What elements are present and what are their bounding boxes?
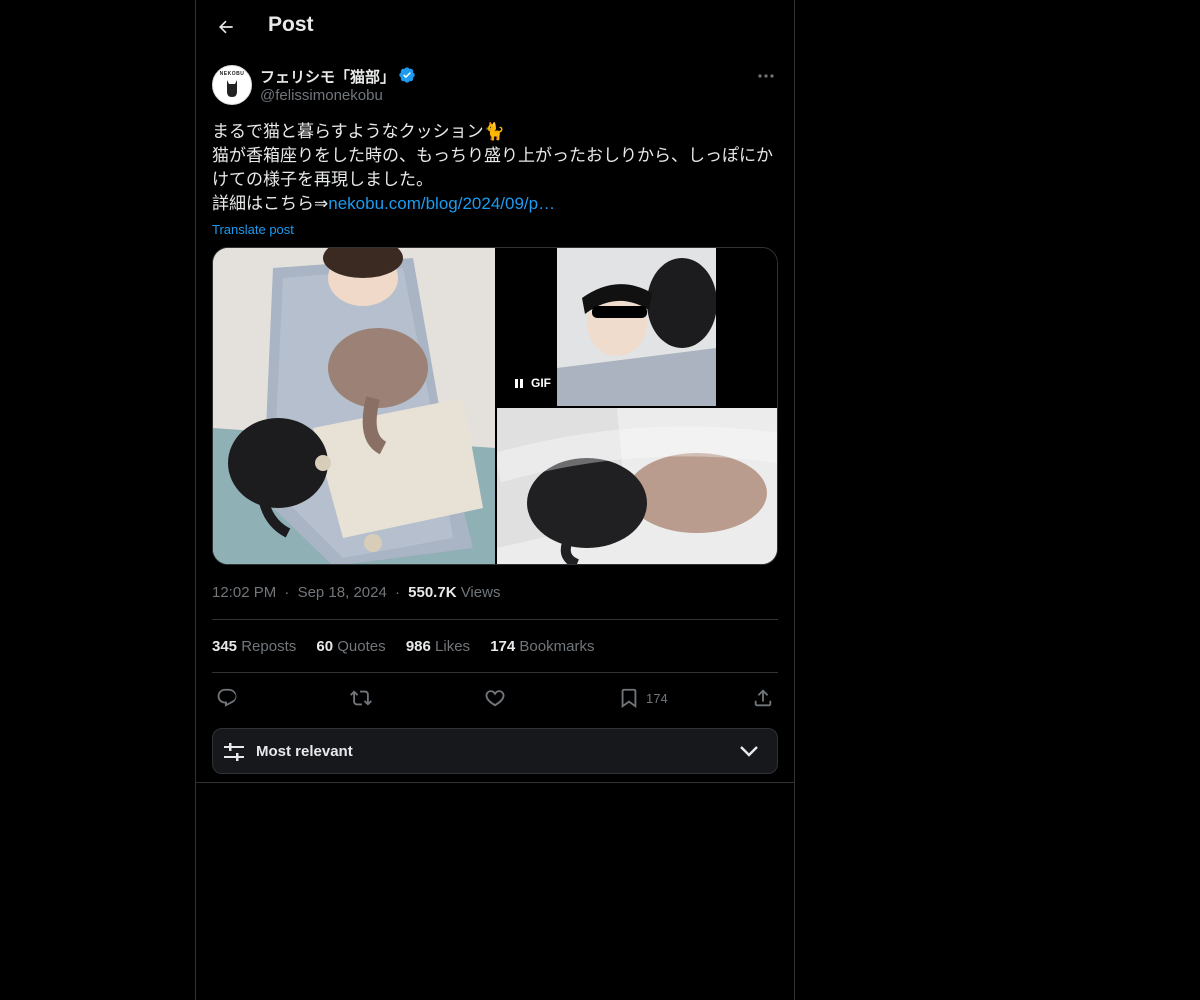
translate-post-link[interactable]: Translate post <box>212 218 778 242</box>
chevron-down-icon <box>740 746 758 757</box>
divider <box>212 672 778 673</box>
sort-label: Most relevant <box>256 743 353 760</box>
post-text-line: 猫が香箱座りをした時の、もっちり盛り上がったおしりから、しっぽにか <box>212 146 773 165</box>
heart-icon <box>485 690 505 707</box>
reply-button[interactable] <box>216 684 238 712</box>
photo-woman-sleeping <box>557 248 716 406</box>
photo-woman-with-cushions <box>213 248 495 564</box>
more-icon <box>758 74 774 78</box>
sort-replies-dropdown[interactable]: Most relevant <box>212 728 778 774</box>
post: NEKOBU フェリシモ「猫部」 @felissimonekobu まるで猫と暮… <box>212 64 778 774</box>
meta-separator: · <box>284 584 290 601</box>
post-text: まるで猫と暮らすようなクッション🐈 猫が香箱座りをした時の、もっちり盛り上がった… <box>212 120 778 242</box>
post-link-line: 詳細はこちら⇒nekobu.com/blog/2024/09/p… <box>212 192 778 216</box>
post-time[interactable]: 12:02 PM <box>212 584 276 601</box>
meta-separator: · <box>394 584 400 601</box>
link-prefix: 詳細はこちら⇒ <box>212 194 329 213</box>
action-bar: 174 <box>212 684 778 712</box>
media-image-1[interactable] <box>213 248 495 564</box>
user-handle[interactable]: @felissimonekobu <box>260 87 383 104</box>
like-button[interactable] <box>484 684 506 712</box>
media-grid: GIF <box>212 247 778 565</box>
post-link[interactable]: nekobu.com/blog/2024/09/p… <box>328 194 555 213</box>
more-options-button[interactable] <box>754 66 778 86</box>
share-button[interactable] <box>752 684 774 712</box>
back-button[interactable] <box>208 9 244 45</box>
media-image-3[interactable] <box>497 408 777 564</box>
quotes-count: 60 <box>316 638 334 655</box>
reposts-label: Reposts <box>241 638 297 655</box>
post-text-line: けての様子を再現しました。 <box>212 170 433 189</box>
photo-cushions-under-veil <box>497 408 777 564</box>
cat-logo-icon <box>227 80 237 97</box>
bookmark-button[interactable]: 174 <box>618 684 668 712</box>
engagement-stats: 345 Reposts 60 Quotes 986 Likes 174 Book… <box>212 638 610 655</box>
quotes-label: Quotes <box>337 638 386 655</box>
views-count: 550.7K <box>408 584 457 601</box>
bookmark-icon <box>621 688 637 709</box>
top-bar: Post <box>196 0 794 54</box>
avatar[interactable]: NEKOBU <box>212 65 252 105</box>
avatar-logo-text: NEKOBU <box>219 71 245 77</box>
page-title: Post <box>268 13 314 36</box>
quotes-stat[interactable]: 60 Quotes <box>316 638 385 655</box>
display-name[interactable]: フェリシモ「猫部」 <box>260 66 395 87</box>
pause-icon[interactable] <box>515 378 523 388</box>
author-row: NEKOBU フェリシモ「猫部」 @felissimonekobu <box>212 64 778 108</box>
repost-icon <box>350 690 372 706</box>
divider <box>196 782 794 783</box>
arrow-left-icon <box>219 20 233 34</box>
likes-stat[interactable]: 986 Likes <box>406 638 470 655</box>
gif-badge: GIF <box>509 373 557 393</box>
bookmarks-count: 174 <box>490 638 516 655</box>
gif-frame <box>557 248 716 406</box>
verified-badge-icon <box>399 67 415 83</box>
likes-count: 986 <box>405 638 431 655</box>
post-text-line: まるで猫と暮らすようなクッション🐈 <box>212 122 505 141</box>
sliders-icon <box>224 743 244 761</box>
views-label: Views <box>460 584 501 601</box>
likes-label: Likes <box>435 638 471 655</box>
post-meta: 12:02 PM · Sep 18, 2024 · 550.7K Views <box>212 584 500 601</box>
share-icon <box>754 689 772 707</box>
post-date[interactable]: Sep 18, 2024 <box>298 584 387 601</box>
repost-button[interactable] <box>350 684 372 712</box>
main-column: Post NEKOBU フェリシモ「猫部」 @felissimonekobu ま… <box>195 0 795 1000</box>
bookmark-count: 174 <box>646 690 668 706</box>
bookmarks-stat[interactable]: 174 Bookmarks <box>490 638 594 655</box>
gif-label: GIF <box>531 376 551 390</box>
reposts-count: 345 <box>212 638 238 655</box>
reply-icon <box>217 688 237 707</box>
divider <box>212 619 778 620</box>
reposts-stat[interactable]: 345 Reposts <box>212 638 296 655</box>
bookmarks-label: Bookmarks <box>519 638 595 655</box>
